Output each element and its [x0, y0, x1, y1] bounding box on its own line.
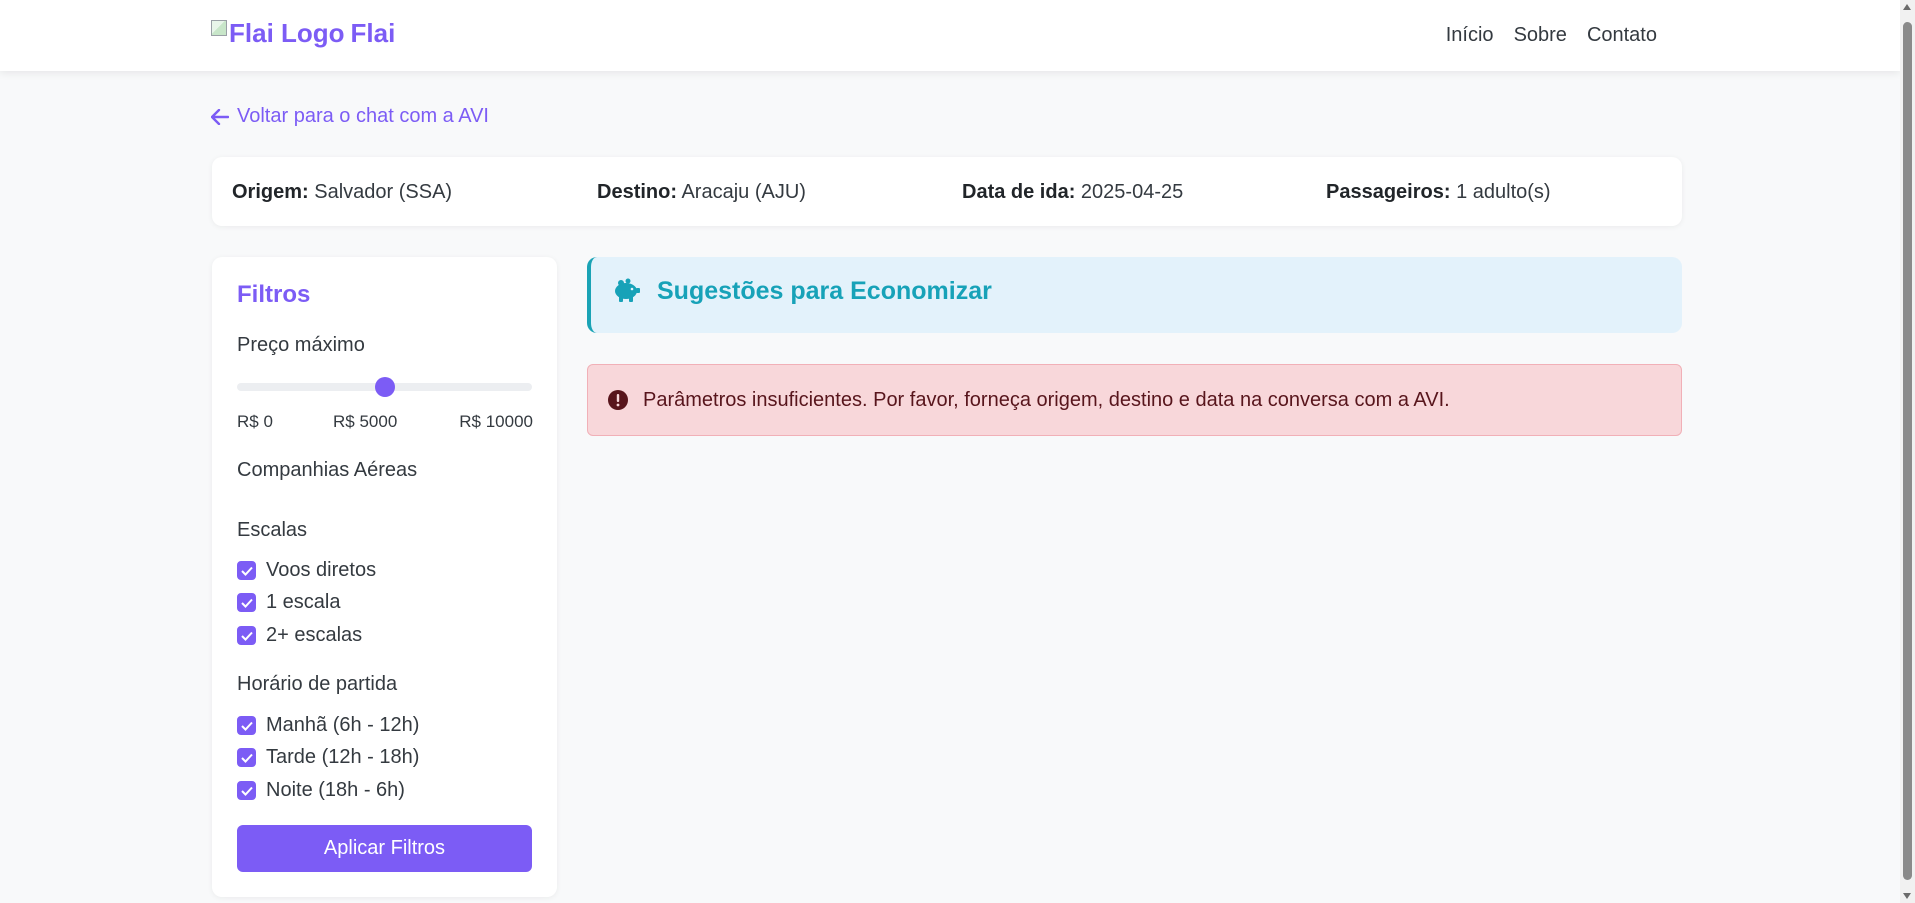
filters-panel: Filtros Preço máximo R$ 0 R$ 5000 R$ 100… [212, 257, 557, 897]
checkbox-label: Voos diretos [266, 559, 377, 581]
savings-tips-panel: Sugestões para Economizar [587, 257, 1682, 333]
price-mid-label: R$ 5000 [333, 412, 398, 431]
max-price-slider[interactable] [237, 377, 532, 397]
navbar: Flai Logo Flai Início Sobre Contato [0, 0, 1900, 71]
apply-filters-button[interactable]: Aplicar Filtros [237, 825, 532, 872]
back-link-label: Voltar para o chat com a AVI [237, 105, 489, 127]
exclamation-circle-icon [608, 390, 628, 410]
price-max-label: R$ 10000 [459, 412, 533, 431]
error-alert: Parâmetros insuficientes. Por favor, for… [587, 364, 1682, 436]
summary-destination: Destino: Aracaju (AJU) [597, 181, 806, 204]
passengers-label: Passageiros: [1326, 181, 1451, 203]
slider-thumb[interactable] [374, 377, 395, 397]
checkbox-label: 1 escala [266, 591, 341, 613]
checkbox-checked-icon[interactable] [237, 626, 256, 645]
nav-link-sobre[interactable]: Sobre [1514, 24, 1567, 47]
nav-links: Início Sobre Contato [1446, 24, 1657, 47]
checkbox-checked-icon[interactable] [237, 593, 256, 612]
savings-tips-title: Sugestões para Economizar [657, 277, 992, 305]
brand-name: Flai [350, 18, 396, 48]
back-to-chat-link[interactable]: Voltar para o chat com a AVI [211, 105, 489, 128]
checkbox-night[interactable]: Noite (18h - 6h) [237, 779, 405, 802]
airlines-label: Companhias Aéreas [237, 459, 418, 481]
piggy-bank-icon [615, 278, 640, 302]
origin-value: Salvador (SSA) [314, 181, 453, 203]
nav-link-contato[interactable]: Contato [1587, 24, 1657, 47]
search-summary: Origem: Salvador (SSA) Destino: Aracaju … [212, 157, 1682, 226]
checkbox-one-stop[interactable]: 1 escala [237, 591, 341, 614]
summary-passengers: Passageiros: 1 adulto(s) [1326, 181, 1551, 204]
departure-time-label: Horário de partida [237, 673, 398, 695]
filters-title: Filtros [237, 281, 311, 308]
checkbox-label: 2+ escalas [266, 624, 363, 646]
error-message: Parâmetros insuficientes. Por favor, for… [643, 389, 1450, 411]
logo-image: Flai Logo [211, 18, 345, 49]
checkbox-morning[interactable]: Manhã (6h - 12h) [237, 714, 419, 737]
passengers-value: 1 adulto(s) [1456, 181, 1551, 203]
summary-origin: Origem: Salvador (SSA) [232, 181, 452, 204]
checkbox-checked-icon[interactable] [237, 748, 256, 767]
origin-label: Origem: [232, 181, 309, 203]
checkbox-afternoon[interactable]: Tarde (12h - 18h) [237, 746, 419, 769]
date-label: Data de ida: [962, 181, 1076, 203]
checkbox-label: Tarde (12h - 18h) [266, 746, 420, 768]
checkbox-label: Noite (18h - 6h) [266, 779, 405, 801]
arrow-left-icon [211, 108, 229, 125]
page-scrollbar[interactable] [1900, 0, 1915, 903]
scrollbar-thumb[interactable] [1903, 22, 1912, 880]
scroll-up-icon[interactable] [1903, 4, 1911, 10]
nav-link-inicio[interactable]: Início [1446, 24, 1494, 47]
destination-label: Destino: [597, 181, 677, 203]
logo-alt-text: Flai Logo [229, 18, 345, 48]
checkbox-direct-flights[interactable]: Voos diretos [237, 559, 376, 582]
price-min-label: R$ 0 [237, 412, 273, 431]
checkbox-checked-icon[interactable] [237, 716, 256, 735]
checkbox-two-plus-stops[interactable]: 2+ escalas [237, 624, 362, 647]
date-value: 2025-04-25 [1080, 181, 1184, 203]
brand-link[interactable]: Flai Logo Flai [211, 18, 395, 49]
checkbox-checked-icon[interactable] [237, 781, 256, 800]
scroll-down-icon[interactable] [1903, 893, 1911, 899]
stops-label: Escalas [237, 519, 308, 541]
broken-image-icon [211, 19, 227, 36]
summary-date: Data de ida: 2025-04-25 [962, 181, 1183, 204]
checkbox-checked-icon[interactable] [237, 561, 256, 580]
checkbox-label: Manhã (6h - 12h) [266, 714, 420, 736]
destination-value: Aracaju (AJU) [681, 181, 806, 203]
max-price-label: Preço máximo [237, 334, 365, 356]
